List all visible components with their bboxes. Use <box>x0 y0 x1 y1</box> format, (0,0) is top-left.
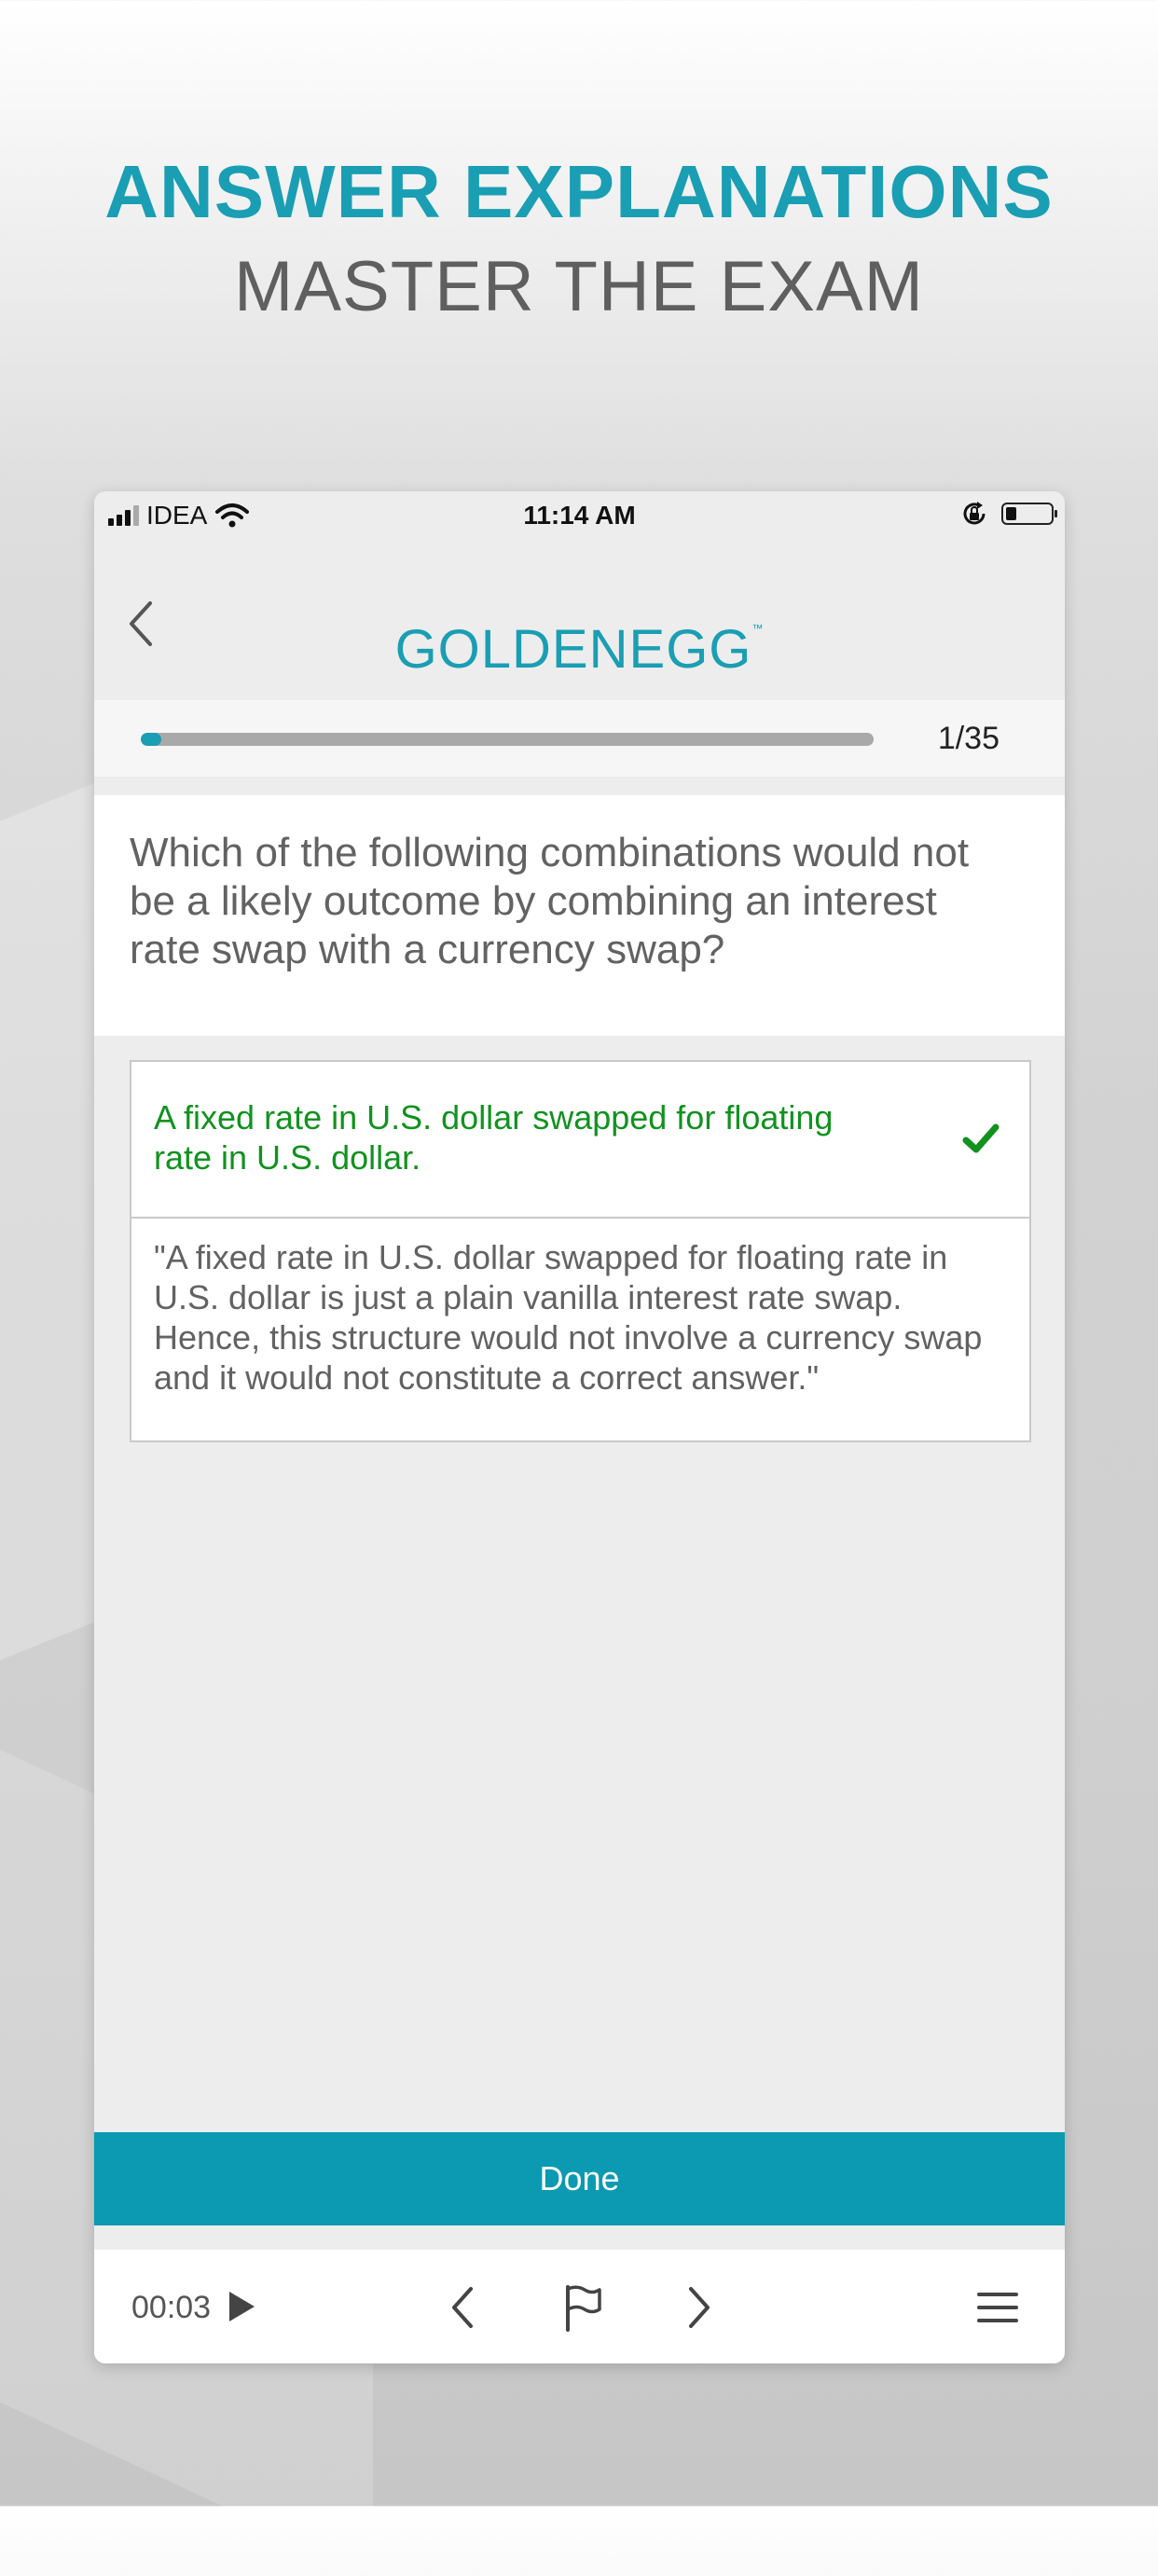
battery-icon <box>1001 503 1057 525</box>
bottom-toolbar: 00:03 <box>94 2250 1065 2363</box>
menu-icon[interactable] <box>977 2291 1018 2324</box>
progress-row: 1/35 <box>94 700 1065 777</box>
timer: 00:03 <box>131 2290 212 2325</box>
goldenegg-logo: GOLDENEGG™ <box>94 618 1065 681</box>
question-card: Which of the following combinations woul… <box>94 795 1065 1036</box>
status-right <box>960 500 1057 528</box>
answer-text: A fixed rate in U.S. dollar swapped for … <box>154 1098 834 1177</box>
status-time: 11:14 AM <box>523 501 636 530</box>
logo-trademark: ™ <box>751 622 765 635</box>
answer-box: A fixed rate in U.S. dollar swapped for … <box>130 1060 1031 1442</box>
question-counter: 1/35 <box>937 721 999 756</box>
promo-subheadline: MASTER THE EXAM <box>234 247 924 326</box>
progress-fill <box>141 733 161 746</box>
phone-screen: IDEA 11:14 AM GOLDENEGG™ 1/35 Which of t… <box>94 491 1065 2363</box>
done-button[interactable]: Done <box>94 2132 1065 2225</box>
question-text: Which of the following combinations woul… <box>130 830 970 972</box>
nav-bar: GOLDENEGG™ <box>94 540 1065 700</box>
play-icon[interactable] <box>227 2290 256 2323</box>
progress-bar <box>141 733 874 746</box>
status-bar: IDEA 11:14 AM <box>94 491 1065 540</box>
promo-headline: ANSWER EXPLANATIONS <box>104 150 1054 233</box>
next-icon[interactable] <box>674 2283 721 2332</box>
answer-option[interactable]: A fixed rate in U.S. dollar swapped for … <box>131 1062 1029 1219</box>
check-icon <box>962 1123 999 1153</box>
orientation-lock-icon <box>963 502 986 525</box>
logo-text: GOLDENEGG <box>394 619 752 680</box>
previous-icon[interactable] <box>441 2283 488 2332</box>
answer-explanation: "A fixed rate in U.S. dollar swapped for… <box>154 1238 983 1397</box>
flag-icon[interactable] <box>558 2283 605 2332</box>
